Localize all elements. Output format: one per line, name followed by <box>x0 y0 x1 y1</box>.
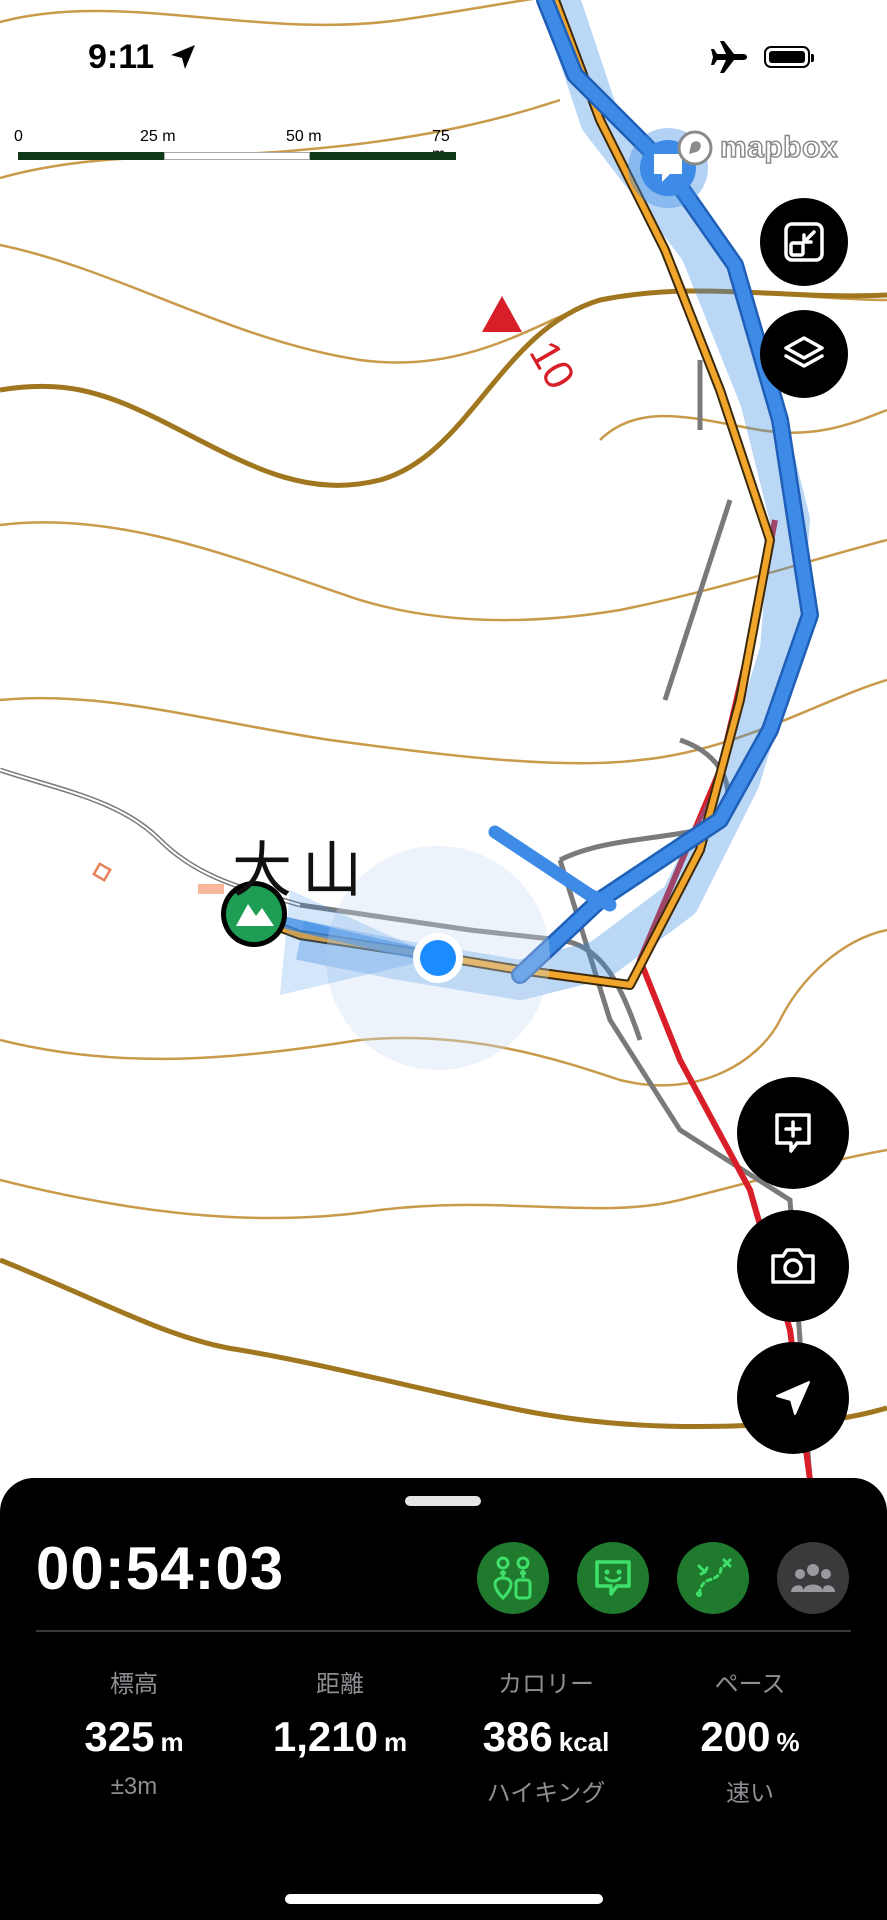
mapbox-wordmark: mapbox <box>719 130 839 165</box>
contour-label-group <box>482 296 522 332</box>
peak-name-label: 大山 <box>232 836 372 906</box>
status-time: 9:11 <box>88 38 155 76</box>
calories-unit: kcal <box>558 1727 610 1757</box>
building-marker <box>198 884 224 894</box>
mapbox-logo-icon <box>677 130 713 166</box>
activity-panel: 00:54:03 標高 325 m ±3m 距離 1,210 m カロリー 38… <box>0 1478 887 1920</box>
elevation-stat: 標高 325 m ±3m <box>34 1664 234 1801</box>
marker-button[interactable] <box>477 1542 549 1614</box>
pace-value: 200 <box>700 1713 771 1760</box>
group-button[interactable] <box>777 1542 849 1614</box>
calories-label: カロリー <box>498 1671 594 1698</box>
mapbox-attribution[interactable]: mapbox <box>676 128 838 168</box>
elevation-label: 標高 <box>110 1671 158 1698</box>
locate-arrow-icon <box>776 1381 810 1415</box>
distance-label: 距離 <box>316 1671 364 1698</box>
scale-label: 25 m <box>140 128 176 145</box>
location-arrow-icon <box>171 45 195 69</box>
sheet-grabber[interactable] <box>405 1496 481 1506</box>
camera-button[interactable] <box>737 1210 849 1322</box>
scale-bar: 0 25 m 50 m 75 m <box>14 128 464 168</box>
pace-unit: % <box>776 1727 800 1757</box>
panel-divider <box>36 1630 851 1632</box>
scale-segment <box>310 152 456 160</box>
elevation-unit: m <box>160 1727 184 1757</box>
pace-rating: 速い <box>726 1780 774 1807</box>
distance-stat: 距離 1,210 m <box>240 1664 440 1773</box>
message-button[interactable] <box>577 1542 649 1614</box>
locate-button[interactable] <box>737 1342 849 1454</box>
building-marker <box>92 862 112 882</box>
distance-value: 1,210 <box>272 1713 378 1760</box>
calories-value: 386 <box>482 1713 553 1760</box>
activity-type: ハイキング <box>486 1780 606 1807</box>
elevation-accuracy: ±3m <box>110 1773 158 1800</box>
calories-stat: カロリー 386 kcal ハイキング <box>446 1664 646 1808</box>
scale-segment <box>18 152 164 160</box>
pace-label: ペース <box>714 1671 786 1698</box>
triangle-marker-icon <box>482 296 522 332</box>
airplane-mode-icon <box>711 41 747 73</box>
add-note-button[interactable] <box>737 1077 849 1189</box>
message-icon <box>595 1560 631 1596</box>
marker-icon <box>493 1556 532 1601</box>
home-indicator[interactable] <box>285 1894 603 1904</box>
camera-icon <box>771 1248 815 1284</box>
scale-label: 0 <box>14 128 23 145</box>
add-note-icon <box>775 1113 811 1153</box>
elevation-value: 325 <box>84 1713 155 1760</box>
route-icon <box>696 1558 732 1597</box>
group-icon <box>791 1564 835 1592</box>
fit-to-route-icon <box>784 222 824 262</box>
layers-icon <box>784 336 824 368</box>
status-bar: 9:11 <box>0 0 887 110</box>
map-layers-button[interactable] <box>760 310 848 398</box>
distance-unit: m <box>383 1727 408 1757</box>
elapsed-time: 00:54:03 <box>36 1535 285 1602</box>
route-button[interactable] <box>677 1542 749 1614</box>
current-location-dot <box>420 940 456 976</box>
scale-segment <box>164 152 310 160</box>
fit-route-button[interactable] <box>760 198 848 286</box>
scale-label: 50 m <box>286 128 322 145</box>
battery-icon <box>764 46 814 68</box>
pace-stat: ペース 200% 速い <box>650 1664 850 1808</box>
